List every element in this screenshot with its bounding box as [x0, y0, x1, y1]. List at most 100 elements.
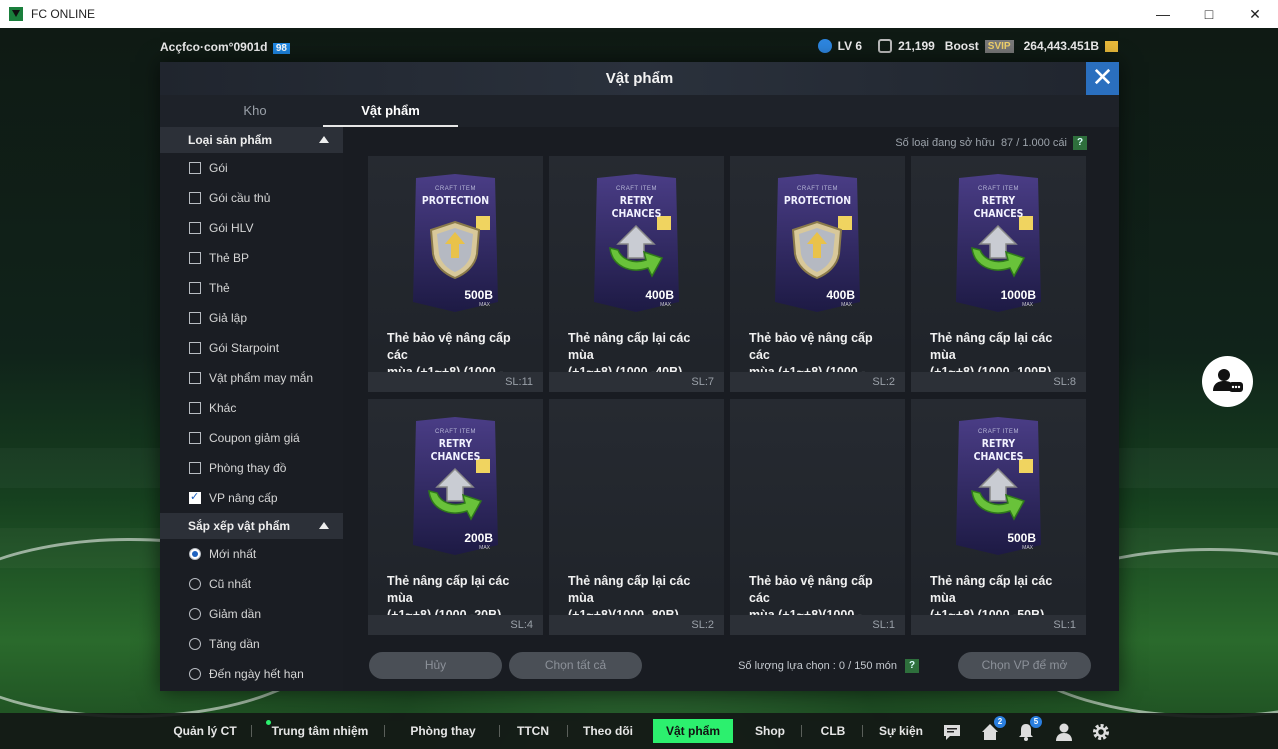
item-name-line: Thẻ nâng cấp lại các mùa	[387, 574, 510, 605]
filter-option[interactable]: Coupon giảm giá	[160, 423, 343, 453]
retry-arrow-icon	[971, 467, 1026, 521]
sort-option[interactable]: Cũ nhất	[160, 569, 343, 599]
item-card[interactable]: CRAFT ITEM RETRY CHANCES 500B MAX Thẻ nâng c…	[911, 399, 1086, 635]
checkbox[interactable]	[189, 402, 201, 414]
owned-count: Số loại đang sở hữu 87 / 1.000 cái ?	[895, 136, 1087, 150]
maximize-button[interactable]: □	[1186, 0, 1232, 28]
item-card[interactable]: CRAFT ITEM RETRY CHANCES 200B MAX Thẻ nâng c…	[368, 399, 543, 635]
cancel-button[interactable]: Hủy	[369, 652, 502, 679]
level-text: LV 6	[837, 39, 863, 53]
nav-clb[interactable]: CLB	[818, 719, 848, 743]
filter-option[interactable]: VP nâng cấp	[160, 483, 343, 513]
checkbox[interactable]	[189, 192, 201, 204]
item-kind-label: RETRY CHANCES	[430, 437, 481, 463]
filter-option[interactable]: Gói	[160, 153, 343, 183]
filter-option[interactable]: Vật phẩm may mắn	[160, 363, 343, 393]
sort-header[interactable]: Sắp xếp vật phẩm	[160, 513, 343, 539]
item-card[interactable]: Thẻ bảo vệ nâng cấp cácmùa (+1~+8)(1000 …	[730, 399, 905, 635]
nav-theo-doi[interactable]: Theo dõi	[583, 719, 633, 743]
item-card[interactable]: CRAFT ITEM RETRY CHANCES 1000B MAX Thẻ nâng …	[911, 156, 1086, 392]
close-window-button[interactable]: ✕	[1232, 0, 1278, 28]
radio-button[interactable]	[189, 548, 201, 560]
craft-item-label: CRAFT ITEM	[978, 429, 1019, 435]
support-chat-button[interactable]	[1202, 356, 1253, 407]
sort-option[interactable]: Mới nhất	[160, 539, 343, 569]
checkbox[interactable]	[189, 432, 201, 444]
sort-option[interactable]: Giảm dần	[160, 599, 343, 629]
checkbox[interactable]	[189, 490, 201, 504]
sort-option-label: Mới nhất	[209, 547, 257, 561]
home-icon[interactable]: 2	[980, 716, 1006, 742]
checkbox[interactable]	[189, 462, 201, 474]
item-kind-label: RETRY CHANCES	[973, 437, 1024, 463]
checkbox[interactable]	[189, 342, 201, 354]
app-logo-icon	[9, 7, 23, 21]
checkbox[interactable]	[189, 372, 201, 384]
checkbox[interactable]	[189, 222, 201, 234]
checkbox[interactable]	[189, 282, 201, 294]
filter-option[interactable]: Gói HLV	[160, 213, 343, 243]
filter-option[interactable]: Khác	[160, 393, 343, 423]
item-kind-label: PROTECTION	[783, 194, 852, 207]
selection-label: Số lượng lựa chọn : 0 / 150 món	[738, 660, 897, 672]
filter-option-label: Gói cầu thủ	[209, 191, 271, 205]
filter-option[interactable]: Thẻ	[160, 273, 343, 303]
settings-gear-icon[interactable]	[1091, 722, 1111, 742]
minimize-button[interactable]: —	[1140, 0, 1186, 28]
checkbox[interactable]	[189, 162, 201, 174]
sort-option[interactable]: Tăng dần	[160, 629, 343, 659]
shield-icon	[425, 218, 485, 285]
item-price: 200B	[464, 531, 493, 545]
checkbox[interactable]	[189, 312, 201, 324]
radio-button[interactable]	[189, 608, 201, 620]
filter-option-label: Coupon giảm giá	[209, 431, 300, 445]
item-kind-label: RETRY CHANCES	[611, 194, 662, 220]
shield-icon	[429, 220, 481, 280]
item-price: 500B	[464, 288, 493, 302]
max-label: MAX	[1022, 545, 1033, 551]
sort-option[interactable]: Đến ngày hết hạn	[160, 659, 343, 689]
nav-trung-tam-nhiem-vu[interactable]: Trung tâm nhiệm vụ	[270, 719, 370, 749]
open-item-button[interactable]: Chọn VP để mở	[958, 652, 1091, 679]
nav-quan-ly-ct[interactable]: Quản lý CT	[172, 719, 238, 743]
item-card[interactable]: Thẻ nâng cấp lại các mùa(+1~+8)(1000 -80…	[549, 399, 724, 635]
select-all-button[interactable]: Chọn tất cả	[509, 652, 642, 679]
item-price: 500B	[1007, 531, 1036, 545]
checkbox[interactable]	[189, 252, 201, 264]
nav-shop[interactable]: Shop	[752, 719, 788, 743]
max-label: MAX	[479, 302, 490, 308]
tab-kho[interactable]: Kho	[160, 95, 350, 127]
tab-vat-pham[interactable]: Vật phẩm	[323, 95, 458, 127]
filter-option[interactable]: Gói Starpoint	[160, 333, 343, 363]
nav-ttcn[interactable]: TTCN	[514, 719, 552, 743]
radio-button[interactable]	[189, 638, 201, 650]
radio-button[interactable]	[189, 668, 201, 680]
help-icon[interactable]: ?	[1073, 136, 1087, 150]
retry-arrow-icon	[428, 467, 483, 521]
item-quantity: SL:2	[730, 372, 905, 392]
bottom-navigation: Quản lý CT Trung tâm nhiệm vụ Phòng thay…	[0, 713, 1278, 749]
chat-icon[interactable]	[942, 722, 962, 742]
filter-option[interactable]: Gói cầu thủ	[160, 183, 343, 213]
item-card[interactable]: CRAFT ITEM RETRY CHANCES 400B MAX Thẻ nâng c…	[549, 156, 724, 392]
profile-icon[interactable]	[1054, 722, 1074, 742]
help-icon[interactable]: ?	[905, 659, 919, 673]
filter-option[interactable]: Thẻ BP	[160, 243, 343, 273]
nav-phong-thay-do[interactable]: Phòng thay đồ	[403, 719, 483, 749]
item-card[interactable]: CRAFT ITEM PROTECTION 500B MAX Thẻ bảo vệ nâ…	[368, 156, 543, 392]
bp-balance: 264,443.451B	[1023, 39, 1099, 53]
bell-icon[interactable]: 5	[1016, 716, 1042, 742]
sort-option-label: Đến ngày hết hạn	[209, 667, 304, 681]
item-card[interactable]: CRAFT ITEM PROTECTION 400B MAX Thẻ bảo vệ nâ…	[730, 156, 905, 392]
radio-button[interactable]	[189, 578, 201, 590]
product-type-header[interactable]: Loại sản phẩm	[160, 127, 343, 153]
max-label: MAX	[479, 545, 490, 551]
item-quantity: SL:8	[911, 372, 1086, 392]
nav-su-kien[interactable]: Sự kiện	[878, 719, 924, 743]
nav-vat-pham[interactable]: Vật phẩm	[653, 719, 733, 743]
item-quantity: SL:11	[368, 372, 543, 392]
close-modal-button[interactable]: ✕	[1086, 62, 1119, 95]
filter-option[interactable]: Giả lập	[160, 303, 343, 333]
filter-option[interactable]: Phòng thay đồ	[160, 453, 343, 483]
item-name-line: Thẻ nâng cấp lại các mùa	[568, 574, 691, 605]
